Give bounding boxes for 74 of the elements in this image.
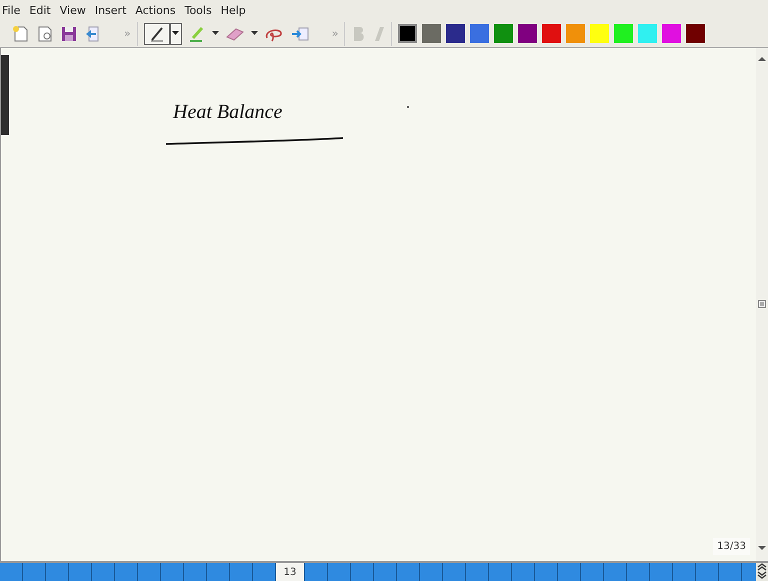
page-tab[interactable] xyxy=(161,563,184,581)
page-tab[interactable] xyxy=(230,563,253,581)
new-note-icon[interactable] xyxy=(36,24,54,42)
color-swatch[interactable] xyxy=(494,24,514,43)
color-swatch[interactable] xyxy=(422,24,442,43)
page-tab[interactable] xyxy=(92,563,115,581)
page-tab[interactable] xyxy=(581,563,604,581)
insert-space-icon[interactable] xyxy=(290,26,310,42)
color-swatch[interactable] xyxy=(518,24,538,43)
eraser-icon[interactable] xyxy=(224,26,245,42)
side-tab[interactable] xyxy=(1,55,9,135)
page-tab[interactable] xyxy=(397,563,420,581)
pen-button[interactable] xyxy=(144,22,170,44)
next-page-icon[interactable] xyxy=(757,571,767,579)
caret-icon[interactable] xyxy=(212,31,219,36)
new-page-icon[interactable] xyxy=(12,24,30,42)
page-tab[interactable] xyxy=(351,563,374,581)
page-tab[interactable] xyxy=(535,563,558,581)
page-tab[interactable] xyxy=(420,563,443,581)
menu-item[interactable]: Edit xyxy=(29,4,51,16)
page-tab[interactable] xyxy=(23,563,46,581)
page-tab[interactable] xyxy=(328,563,351,581)
caret-icon[interactable] xyxy=(250,31,258,36)
page-tab[interactable] xyxy=(512,563,535,581)
dropdown-button[interactable] xyxy=(170,22,182,44)
page-tab[interactable] xyxy=(466,563,489,581)
page-tab[interactable] xyxy=(673,563,696,581)
page-tab[interactable] xyxy=(253,563,276,581)
scroll-up-icon[interactable] xyxy=(758,56,766,62)
menu-item[interactable]: Actions xyxy=(135,4,176,16)
page-tab[interactable] xyxy=(558,563,581,581)
color-swatch[interactable] xyxy=(614,24,634,43)
scroll-down-icon[interactable] xyxy=(758,545,766,551)
page-tab[interactable] xyxy=(115,563,138,581)
color-swatch[interactable] xyxy=(638,24,658,43)
page-tab[interactable] xyxy=(650,563,673,581)
page-tab[interactable] xyxy=(627,563,650,581)
color-swatch[interactable] xyxy=(398,24,418,43)
menu-item[interactable]: Tools xyxy=(184,4,212,16)
page-tab[interactable] xyxy=(696,563,719,581)
save-icon[interactable] xyxy=(60,24,78,42)
page-tab[interactable] xyxy=(0,563,23,581)
page-counter: 13/33 xyxy=(713,538,750,555)
highlighter-icon[interactable] xyxy=(188,24,206,42)
color-swatch[interactable] xyxy=(542,24,562,43)
color-swatch[interactable] xyxy=(662,24,682,43)
page-tab[interactable] xyxy=(604,563,627,581)
color-swatch[interactable] xyxy=(446,24,466,43)
handwritten-heading: Heat Balance xyxy=(173,101,282,124)
color-swatch[interactable] xyxy=(566,24,586,43)
color-swatch[interactable] xyxy=(470,24,490,43)
page-tab[interactable] xyxy=(69,563,92,581)
color-swatch[interactable] xyxy=(686,24,706,43)
page-tab[interactable] xyxy=(207,563,230,581)
scrollbar[interactable] xyxy=(756,48,768,561)
page-tab[interactable] xyxy=(138,563,161,581)
previous-page-icon[interactable] xyxy=(757,563,767,571)
menu-item[interactable]: File xyxy=(2,4,20,16)
page-tab[interactable] xyxy=(46,563,69,581)
color-swatch[interactable] xyxy=(590,24,610,43)
menu-item[interactable]: View xyxy=(60,4,86,16)
page-tab[interactable] xyxy=(443,563,466,581)
page-tab[interactable] xyxy=(489,563,512,581)
menu-item[interactable]: Help xyxy=(220,4,246,16)
menu-item[interactable]: Insert xyxy=(94,4,126,16)
page-tab[interactable] xyxy=(305,563,328,581)
page-tab[interactable] xyxy=(374,563,397,581)
pen-icon xyxy=(148,26,165,42)
page-tab[interactable] xyxy=(719,563,742,581)
scroll-thumb-icon[interactable] xyxy=(758,300,766,308)
caret-icon xyxy=(172,31,180,36)
page-tab[interactable] xyxy=(184,563,207,581)
italic-icon[interactable] xyxy=(373,24,386,42)
page-tab[interactable]: 13 xyxy=(276,563,305,581)
